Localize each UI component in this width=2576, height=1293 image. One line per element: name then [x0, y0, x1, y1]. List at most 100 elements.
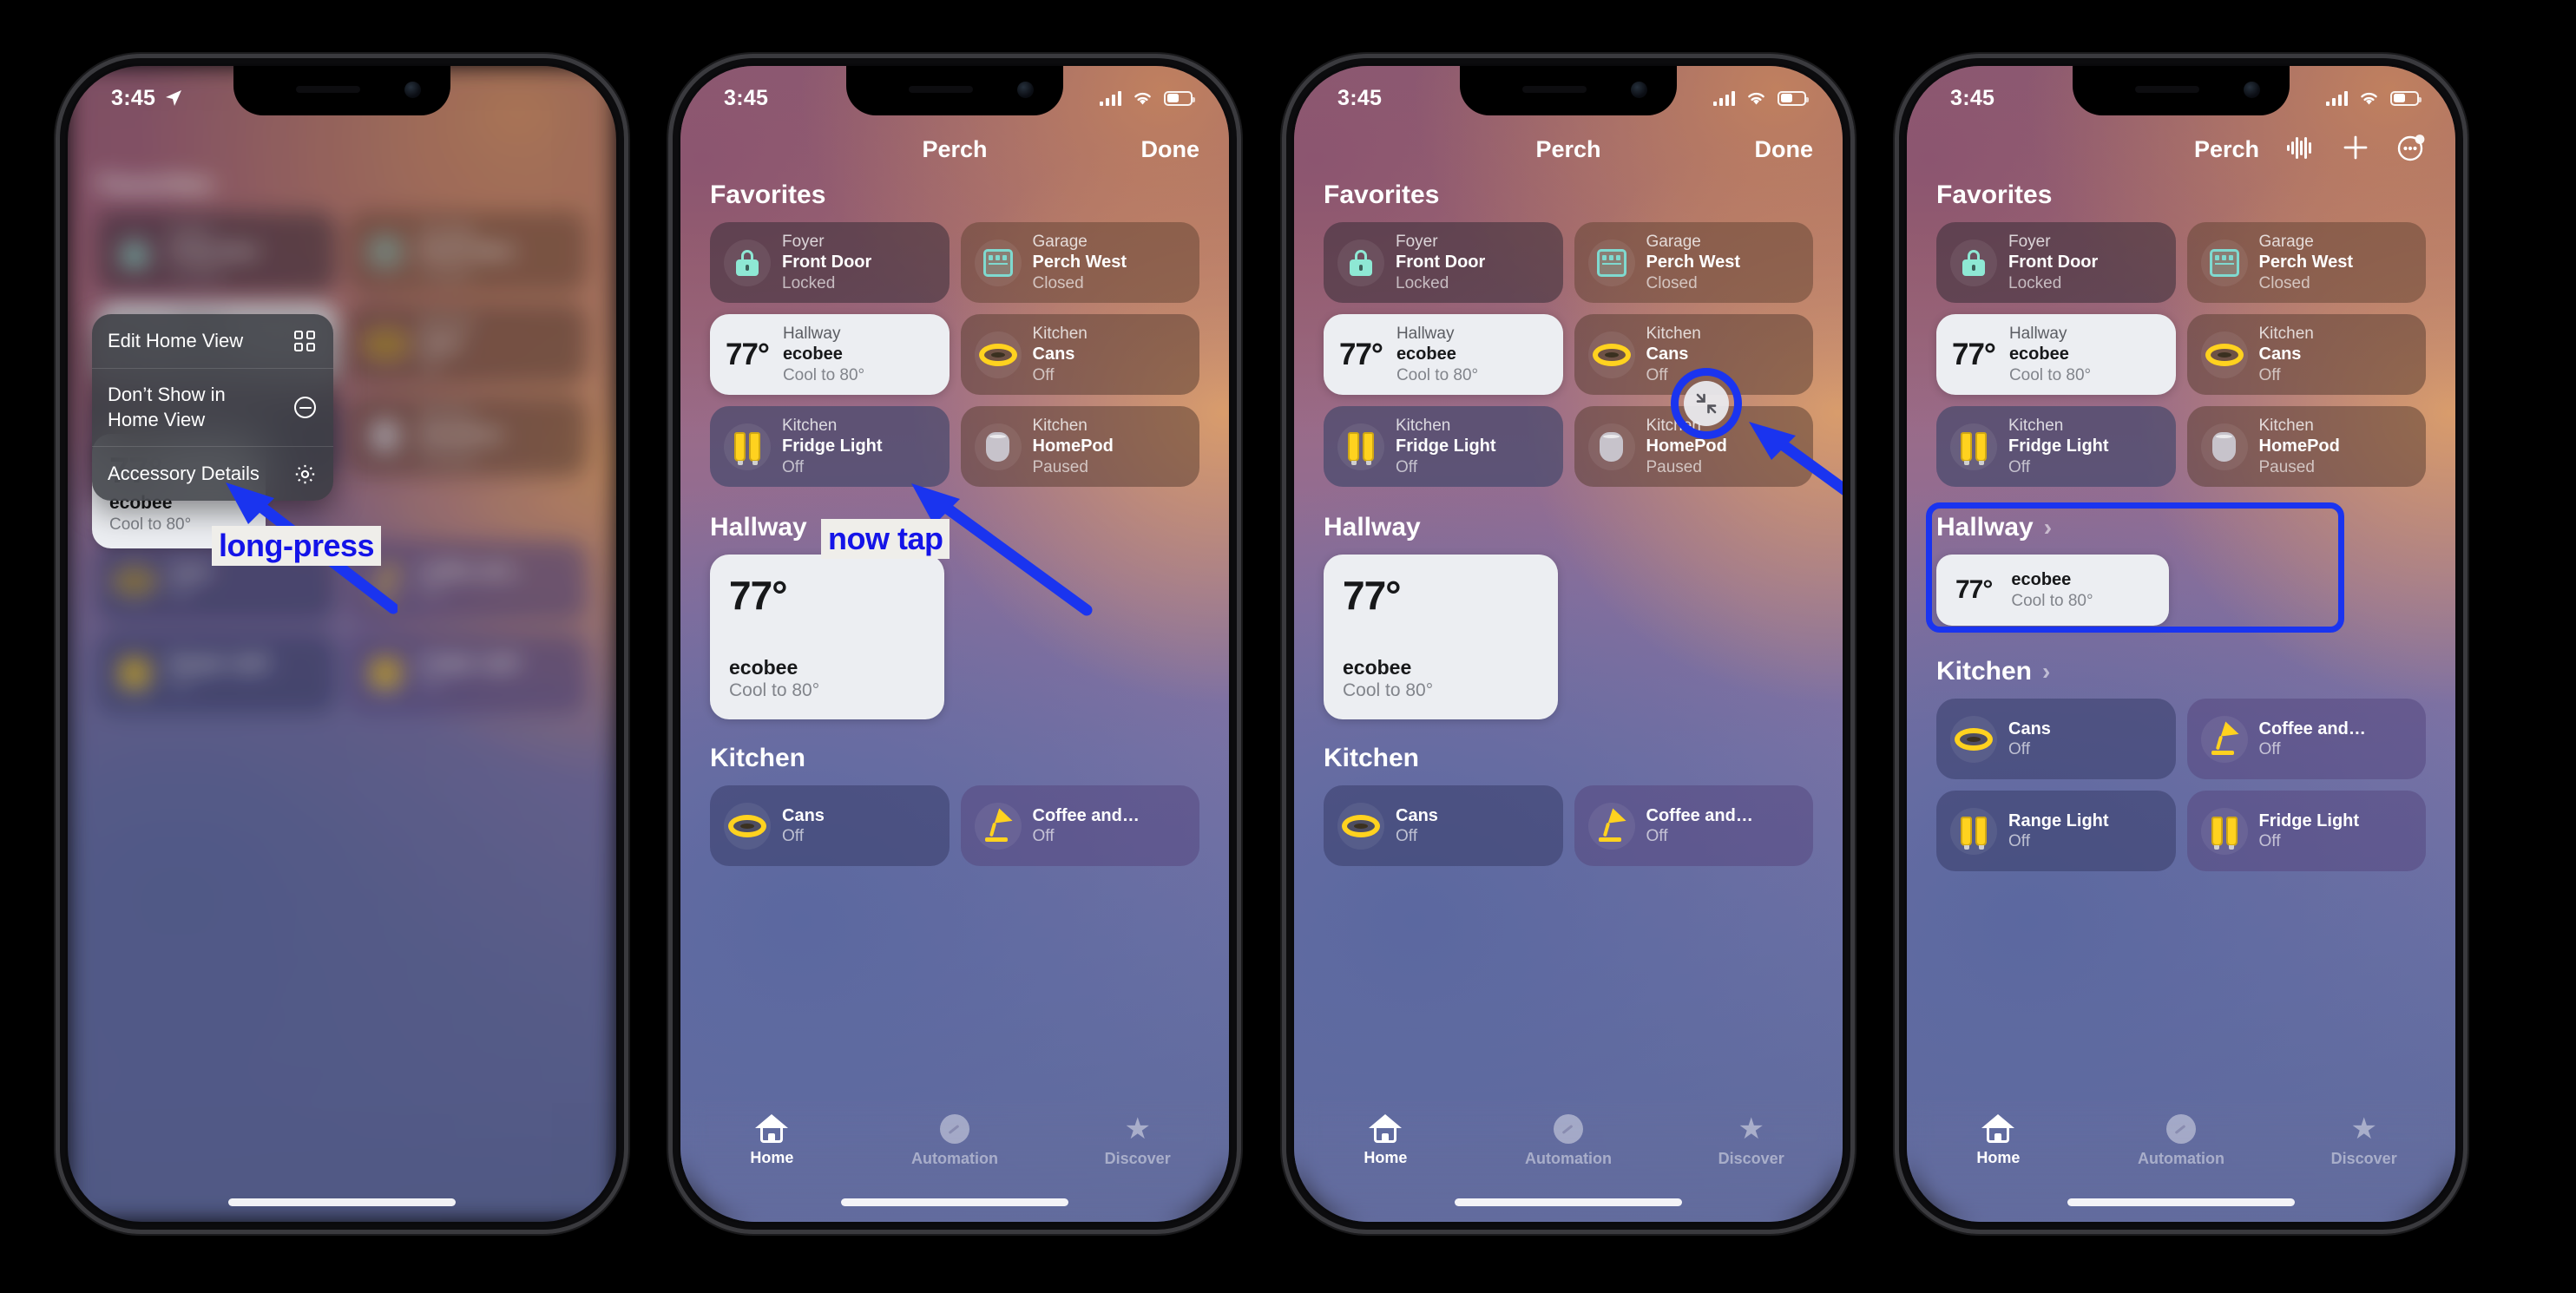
thermostat-room: Hallway: [782, 325, 841, 344]
thermostat-name: ecobee: [729, 656, 798, 679]
tile-name: Coffee and…: [2258, 719, 2366, 738]
tile-range-light[interactable]: Range Light Off: [1936, 791, 2176, 871]
tile-name: HomePod: [1032, 436, 1114, 456]
menu-item-dont-show-in-home-view[interactable]: Don’t Show in Home View: [92, 369, 333, 448]
can-light-icon: [1587, 331, 1635, 378]
star-icon: ★: [1124, 1113, 1151, 1145]
tile-room: Foyer: [782, 233, 825, 252]
tab-home[interactable]: Home: [1907, 1114, 2090, 1167]
tile-room: Kitchen: [1032, 417, 1088, 436]
tab-label: Automation: [2138, 1150, 2224, 1167]
tile-coffee-and[interactable]: Coffee and… Off: [1574, 785, 1813, 866]
home-indicator: [2067, 1198, 2295, 1206]
tile-kitchen-cans[interactable]: Cans Off: [710, 785, 950, 866]
tab-home[interactable]: Home: [1294, 1114, 1477, 1167]
tile-fridge-light[interactable]: Kitchen Fridge Light Off: [1936, 406, 2176, 487]
context-menu[interactable]: Edit Home View Don’t Show in Home View A…: [92, 314, 333, 502]
home-icon: [755, 1114, 789, 1143]
favorites-heading: Favorites: [1324, 180, 1440, 209]
lamp-icon: [974, 802, 1022, 850]
kitchen-grid: Cans Off Coffee and… Off: [1294, 785, 1843, 866]
can-light-icon: [724, 802, 771, 850]
tab-automation[interactable]: Automation: [2090, 1114, 2273, 1168]
tab-home[interactable]: Home: [680, 1114, 864, 1167]
homepod-icon: [974, 423, 1022, 470]
menu-item-label: Accessory Details: [108, 462, 260, 484]
tile-fridge-light[interactable]: Kitchen Fridge Light Off: [710, 406, 950, 487]
collapse-card-button[interactable]: [1684, 381, 1729, 426]
clock-icon: [940, 1114, 969, 1144]
tab-discover[interactable]: ★ Discover: [1659, 1114, 1843, 1168]
dim-overlay: [68, 66, 616, 1222]
tile-state: Off: [1396, 457, 1417, 476]
light-bulb-icon: [1950, 423, 1997, 470]
tile-front-door[interactable]: Foyer Front Door Locked: [1936, 222, 2176, 303]
tile-homepod[interactable]: Kitchen HomePod Paused: [2186, 406, 2426, 487]
star-icon: ★: [2350, 1113, 2377, 1145]
thermostat-temperature: 77°: [726, 337, 770, 371]
notch: [233, 66, 450, 115]
tile-front-door[interactable]: Foyer Front Door Locked: [710, 222, 950, 303]
screenshot-stage: Favorites Foyer Front Door Locked Garage Pe…: [0, 0, 2576, 1293]
tile-perch-west[interactable]: Garage Perch West Closed: [960, 222, 1199, 303]
menu-item-edit-home-view[interactable]: Edit Home View: [92, 314, 333, 369]
clock-icon: [2166, 1114, 2196, 1144]
tile-fridge-light[interactable]: Fridge Light Off: [2186, 791, 2426, 871]
tile-perch-west[interactable]: Garage Perch West Closed: [2186, 222, 2426, 303]
long-press-label: long-press: [212, 526, 382, 566]
hallway-thermostat-card[interactable]: 77° ecobee Cool to 80°: [1324, 555, 1558, 719]
cellular-bars-icon: [1712, 90, 1735, 106]
tile-kitchen-cans[interactable]: Kitchen Cans Off: [2186, 314, 2426, 395]
tile-coffee-and[interactable]: Coffee and… Off: [960, 785, 1199, 866]
tile-homepod[interactable]: Kitchen HomePod Paused: [960, 406, 1199, 487]
thermostat-name: ecobee: [2008, 345, 2069, 364]
tab-automation[interactable]: Automation: [864, 1114, 1047, 1168]
tile-fridge-light[interactable]: Kitchen Fridge Light Off: [1324, 406, 1563, 487]
tab-label: Discover: [1104, 1150, 1171, 1167]
tile-kitchen-cans[interactable]: Cans Off: [1936, 699, 2176, 779]
menu-item-accessory-details[interactable]: Accessory Details: [92, 447, 333, 501]
done-button[interactable]: Done: [1141, 136, 1200, 163]
home-content: Favorites Foyer Front Door Locked Garage Pe…: [1294, 180, 1843, 1222]
tile-name: Cans: [2008, 719, 2051, 738]
tab-discover[interactable]: ★ Discover: [2272, 1114, 2455, 1168]
add-icon[interactable]: [2341, 133, 2370, 167]
tile-name: Front Door: [2008, 253, 2099, 272]
tile-hallway-ecobee[interactable]: 77° Hallway ecobee Cool to 80°: [1324, 314, 1563, 395]
tile-name: Cans: [1646, 345, 1689, 364]
battery-icon: [1778, 90, 1809, 106]
tile-state: Off: [1032, 827, 1055, 846]
kitchen-heading[interactable]: Kitchen ›: [1907, 657, 2455, 686]
tile-kitchen-cans[interactable]: Kitchen Cans Off: [960, 314, 1199, 395]
tab-automation[interactable]: Automation: [1477, 1114, 1660, 1168]
status-time: 3:45: [1337, 85, 1383, 110]
garage-door-icon: [1587, 239, 1635, 286]
tab-discover[interactable]: ★ Discover: [1046, 1114, 1229, 1168]
audio-waveform-icon[interactable]: [2285, 135, 2315, 165]
nav-bar: Perch Done: [680, 118, 1229, 180]
hallway-section-highlight: [1926, 502, 2344, 633]
menu-item-label: Don’t Show in Home View: [108, 384, 226, 430]
hallway-block: 77° ecobee Cool to 80°: [1294, 555, 1843, 719]
home-icon: [1369, 1114, 1403, 1143]
tile-perch-west[interactable]: Garage Perch West Closed: [1574, 222, 1813, 303]
tab-label: Home: [750, 1149, 794, 1166]
tile-state: Off: [1646, 827, 1668, 846]
notch: [1460, 66, 1677, 115]
star-icon: ★: [1738, 1113, 1764, 1145]
clock-icon: [1554, 1114, 1583, 1144]
tile-coffee-and[interactable]: Coffee and… Off: [2186, 699, 2426, 779]
hallway-thermostat-card[interactable]: 77° ecobee Cool to 80°: [710, 555, 944, 719]
more-options-icon[interactable]: [2396, 133, 2426, 167]
tile-name: Cans: [2258, 345, 2302, 364]
done-button[interactable]: Done: [1755, 136, 1814, 163]
tile-state: Closed: [1646, 273, 1698, 292]
tile-front-door[interactable]: Foyer Front Door Locked: [1324, 222, 1563, 303]
tile-hallway-ecobee[interactable]: 77° Hallway ecobee Cool to 80°: [1936, 314, 2176, 395]
lamp-icon: [1587, 802, 1635, 850]
tab-label: Discover: [1718, 1150, 1784, 1167]
tile-kitchen-cans[interactable]: Cans Off: [1324, 785, 1563, 866]
tile-hallway-ecobee[interactable]: 77° Hallway ecobee Cool to 80°: [710, 314, 950, 395]
lock-icon: [724, 239, 771, 286]
can-light-icon: [1950, 715, 1997, 763]
